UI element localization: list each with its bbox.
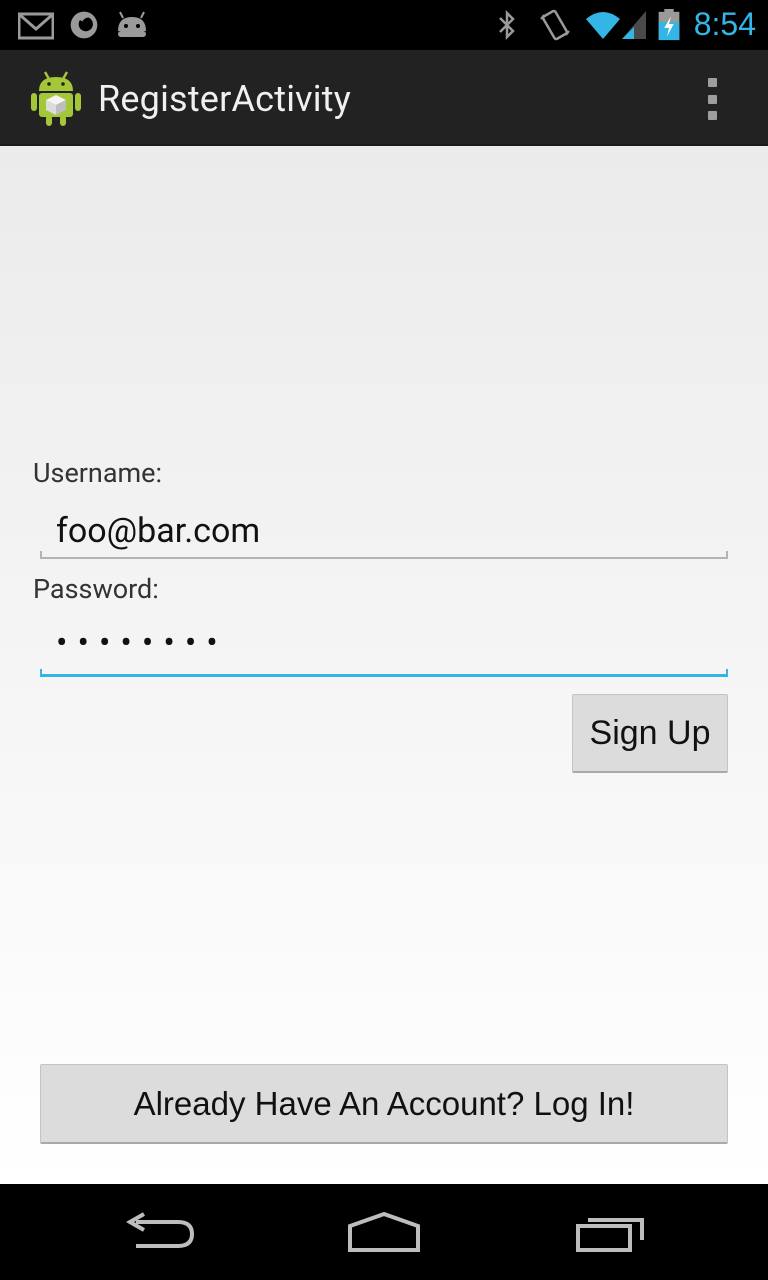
register-form: Username: foo@bar.com Password: ••••••••… (0, 146, 768, 1184)
sign-up-button[interactable]: Sign Up (572, 694, 728, 773)
bluetooth-icon (499, 9, 515, 41)
battery-charging-icon (658, 9, 680, 41)
firefox-icon (70, 11, 98, 39)
wifi-icon (586, 12, 620, 39)
action-bar: RegisterActivity (0, 50, 768, 146)
status-bar: 8:54 (0, 0, 768, 50)
username-value: foo@bar.com (56, 511, 261, 551)
password-field[interactable]: •••••••• (40, 621, 728, 677)
signal-icon (622, 11, 646, 39)
vibrate-icon (540, 9, 570, 41)
android-debug-icon (118, 11, 146, 37)
home-icon[interactable] (346, 1212, 422, 1254)
username-field[interactable]: foo@bar.com (40, 503, 728, 559)
username-label: Username: (33, 457, 163, 489)
gmail-icon (18, 12, 54, 40)
screen: 8:54 RegisterActivity Username: foo@bar.… (0, 0, 768, 1280)
page-title: RegisterActivity (98, 78, 351, 120)
navigation-bar (0, 1184, 768, 1280)
back-icon[interactable] (122, 1212, 196, 1252)
overflow-menu-icon[interactable] (694, 76, 730, 122)
recents-icon[interactable] (574, 1212, 648, 1254)
status-time: 8:54 (693, 6, 756, 42)
android-app-icon (31, 71, 81, 126)
password-value: •••••••• (56, 623, 228, 663)
password-label: Password: (33, 573, 159, 605)
log-in-button[interactable]: Already Have An Account? Log In! (40, 1064, 728, 1144)
